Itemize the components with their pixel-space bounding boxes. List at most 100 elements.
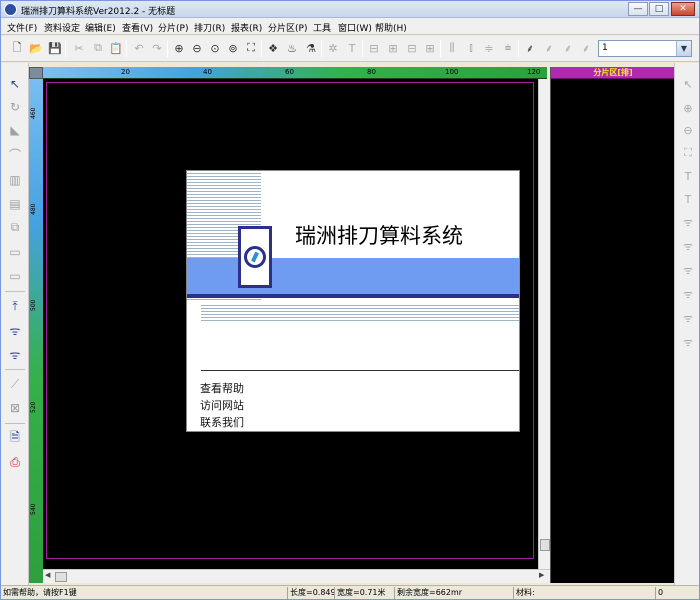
layout-alt-icon[interactable]: ♨ [284,40,300,56]
knife-eye-icon[interactable]: ᯤ [679,309,697,327]
knife-alt-icon[interactable]: ⸙ [541,40,557,56]
menu-file[interactable]: 文件(F) [7,21,37,34]
ruler-label: 500 [30,299,37,311]
toolbar-separator [321,40,322,57]
stack-icon[interactable]: ⧉ [6,218,24,236]
menu-help[interactable]: 帮助(H) [375,21,407,34]
ruler-corner[interactable] [29,67,43,79]
toolbar-separator [65,40,66,57]
scroll-thumb[interactable] [540,539,550,551]
distribute-center-icon[interactable]: ⫾ [463,40,479,56]
view-help-link[interactable]: 查看帮助 [200,380,244,396]
knife-eye-icon[interactable]: ᯤ [6,321,24,339]
menu-knife[interactable]: 排刀(R) [194,21,225,34]
menu-split[interactable]: 分片(P) [158,21,188,34]
copy-icon[interactable]: ⧉ [90,40,106,56]
arrow-up-line-icon[interactable]: ⤒ [6,297,24,315]
text-icon[interactable]: T [344,40,360,56]
zoom-fit-icon[interactable]: ⛶ [679,144,697,162]
visit-website-link[interactable]: 访问网站 [200,397,244,413]
layer-select[interactable]: 1 ▼ [598,40,692,57]
redo-icon[interactable]: ↷ [149,40,165,56]
cross-box-icon[interactable]: ⊠ [6,399,24,417]
minimize-button[interactable]: — [628,2,648,16]
horizontal-scrollbar[interactable]: ◀ ▶ [43,569,550,583]
print-icon[interactable]: ⎙ [6,453,24,471]
scroll-left-icon[interactable]: ◀ [45,571,50,579]
knife-eye-icon[interactable]: ᯤ [679,333,697,351]
curve-icon[interactable]: ⌒ [6,145,24,163]
toolbar-separator [167,40,168,57]
menu-report[interactable]: 报表(R) [231,21,262,34]
scroll-thumb[interactable] [55,572,67,582]
menu-edit[interactable]: 编辑(E) [85,21,116,34]
layout-icon[interactable]: ❖ [265,40,281,56]
zoom-in-icon[interactable]: ⊕ [171,40,187,56]
columns-icon[interactable]: ▥ [6,171,24,189]
vertical-ruler: 460 480 500 520 540 [29,67,43,583]
gear-icon[interactable]: ✲ [325,40,341,56]
knife-eye-alt-icon[interactable]: ᯤ [6,345,24,363]
cut-icon[interactable]: ✂ [71,40,87,56]
open-folder-icon[interactable]: 📂 [28,40,44,56]
knife-dim-icon[interactable]: ⸙ [560,40,576,56]
zoom-window-icon[interactable]: ⊙ [207,40,223,56]
zoom-out-icon[interactable]: ⊖ [679,121,697,139]
distribute-bottom-icon[interactable]: ⩧ [500,40,516,56]
knife-icon[interactable]: ⸙ [522,40,538,56]
columns-alt-icon[interactable]: ▤ [6,195,24,213]
vertical-scrollbar[interactable] [538,79,550,569]
undo-icon[interactable]: ↶ [131,40,147,56]
align-top-icon[interactable]: ⊞ [385,40,401,56]
app-logo-icon[interactable] [4,3,17,16]
menu-window[interactable]: 窗口(W) [338,21,372,34]
line-icon[interactable]: ⟋ [6,375,24,393]
align-bottom-icon[interactable]: ⊟ [404,40,420,56]
zoom-out-icon[interactable]: ⊖ [189,40,205,56]
select-pointer-icon[interactable]: ↖ [6,75,24,93]
zoom-in-icon[interactable]: ⊕ [679,99,697,117]
save-icon[interactable]: 💾 [47,40,63,56]
mirror-icon[interactable]: ◣ [6,121,24,139]
block-alt-icon[interactable]: ▭ [6,267,24,285]
preview-icon[interactable]: 🗎 [6,429,24,447]
new-file-icon[interactable]: 🗋 [9,40,25,56]
align-right-icon[interactable]: ⊞ [422,40,438,56]
knife-dim2-icon[interactable]: ⸙ [578,40,594,56]
knife-eye-icon[interactable]: ᯤ [679,213,697,231]
split-area-panel[interactable]: 分片区[排] [550,67,675,583]
knife-eye-icon[interactable]: ᯤ [679,237,697,255]
contact-us-link[interactable]: 联系我们 [200,414,244,430]
scroll-right-icon[interactable]: ▶ [539,571,544,579]
maximize-button[interactable]: □ [649,2,669,16]
block-icon[interactable]: ▭ [6,243,24,261]
zoom-reset-icon[interactable]: ⊚ [225,40,241,56]
menu-split-area[interactable]: 分片区(P) [268,21,307,34]
distribute-h-icon[interactable]: ⫼ [444,40,460,56]
menu-data-settings[interactable]: 资料设定 [44,21,80,34]
zoom-fit-icon[interactable]: ⛶ [243,40,259,56]
app-window: 瑞洲排刀算料系统Ver2012.2 - 无标题 — □ ✕ 文件(F) 资料设定… [0,0,700,600]
tool-separator [5,423,25,424]
paste-icon[interactable]: 📋 [108,40,124,56]
text-up-icon[interactable]: T [679,167,697,185]
menu-view[interactable]: 查看(V) [122,21,153,34]
splash-stripes [201,303,519,321]
text-down-icon[interactable]: T [679,190,697,208]
layout-more-icon[interactable]: ⚗ [303,40,319,56]
knife-eye-icon[interactable]: ᯤ [679,285,697,303]
menu-tools[interactable]: 工具 [313,21,331,34]
select-pointer-icon[interactable]: ↖ [679,75,697,93]
rotate-icon[interactable]: ↻ [6,98,24,116]
toolbar-separator [126,40,127,57]
ruler-label: 80 [367,68,376,76]
close-button[interactable]: ✕ [671,2,695,16]
toolbar-separator [440,40,441,57]
title-bar[interactable]: 瑞洲排刀算料系统Ver2012.2 - 无标题 — □ ✕ [1,1,699,18]
distribute-v-icon[interactable]: ≑ [481,40,497,56]
knife-eye-icon[interactable]: ᯤ [679,261,697,279]
chevron-down-icon[interactable]: ▼ [676,41,691,56]
splash-title: 瑞洲排刀算料系统 [295,224,463,248]
ruler-label: 520 [30,401,37,413]
align-left-icon[interactable]: ⊟ [366,40,382,56]
